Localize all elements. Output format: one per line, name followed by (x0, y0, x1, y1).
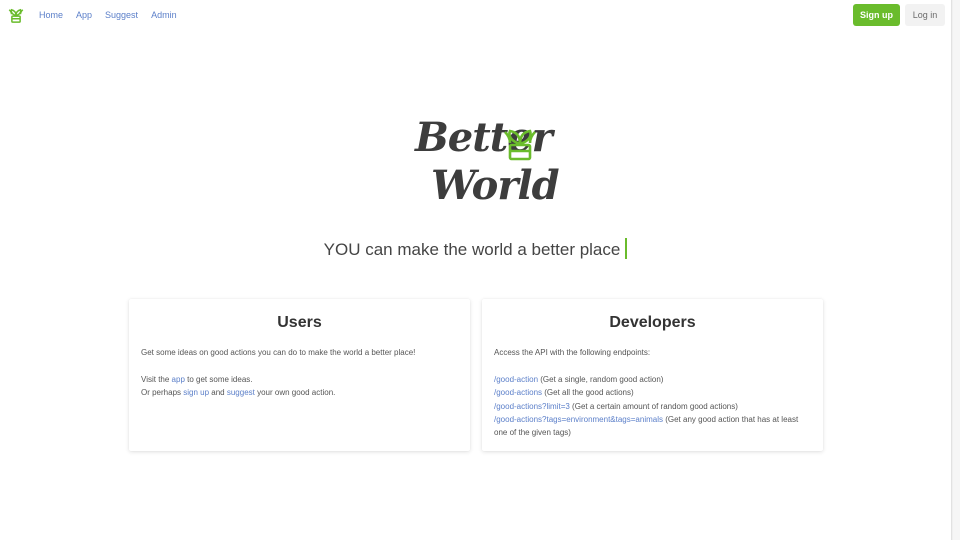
suggest-link[interactable]: suggest (227, 388, 255, 397)
developers-intro-text: Access the API with the following endpoi… (494, 348, 651, 357)
users-intro-text: Get some ideas on good actions you can d… (141, 348, 416, 357)
plant-logo-icon[interactable] (7, 6, 25, 24)
endpoint-desc: (Get all the good actions) (542, 388, 634, 398)
nav-link-admin[interactable]: Admin (151, 10, 177, 21)
endpoint-item: /good-action (Get a single, random good … (494, 373, 813, 386)
endpoint-desc: (Get a certain amount of random good act… (569, 401, 738, 411)
signup-link[interactable]: sign up (183, 388, 209, 397)
better-world-logo: Better World (405, 110, 560, 220)
endpoint-link[interactable]: /good-actions?tags=environment&tags=anim… (494, 415, 663, 424)
login-button[interactable]: Log in (905, 4, 945, 26)
logo-world-text: World (431, 162, 560, 209)
visit-suffix: to get some ideas. (184, 374, 253, 384)
page-scrollbar[interactable] (951, 0, 960, 540)
nav-link-suggest[interactable]: Suggest (105, 10, 138, 21)
tagline-text: YOU can make the world a better place (323, 240, 621, 259)
perhaps-and: and (209, 388, 227, 398)
nav-link-app[interactable]: App (76, 10, 92, 21)
users-card: Users Get some ideas on good actions you… (129, 299, 470, 451)
visit-prefix: Visit the (141, 374, 172, 384)
developers-card-title: Developers (609, 314, 696, 331)
endpoint-link[interactable]: /good-actions (494, 388, 542, 397)
scrollbar-thumb[interactable] (953, 0, 960, 540)
plant-pot-icon (504, 129, 536, 161)
endpoint-link[interactable]: /good-action (494, 375, 538, 384)
endpoint-link[interactable]: /good-actions?limit=3 (494, 402, 570, 411)
perhaps-prefix: Or perhaps (141, 388, 184, 398)
navbar: Home App Suggest Admin Sign up Log in (0, 0, 951, 31)
developers-card-body: Access the API with the following endpoi… (494, 346, 813, 440)
app-link[interactable]: app (172, 375, 185, 384)
endpoint-item: /good-actions?limit=3 (Get a certain amo… (494, 400, 813, 413)
endpoint-item: /good-actions?tags=environment&tags=anim… (494, 413, 813, 440)
perhaps-suffix: your own good action. (254, 388, 336, 398)
users-card-body: Get some ideas on good actions you can d… (141, 346, 460, 400)
endpoint-item: /good-actions (Get all the good actions) (494, 386, 813, 399)
nav-links: Home App Suggest Admin (39, 10, 190, 21)
endpoint-desc: (Get a single, random good action) (538, 374, 664, 384)
users-card-title: Users (277, 314, 322, 331)
typing-cursor (625, 238, 628, 259)
developers-card: Developers Access the API with the follo… (482, 299, 823, 451)
tagline: YOU can make the world a better place (0, 238, 951, 260)
users-perhaps-line: Or perhaps sign up and suggest your own … (141, 386, 460, 399)
nav-link-home[interactable]: Home (39, 10, 63, 21)
signup-button[interactable]: Sign up (853, 4, 900, 26)
users-visit-line: Visit the app to get some ideas. (141, 373, 460, 386)
